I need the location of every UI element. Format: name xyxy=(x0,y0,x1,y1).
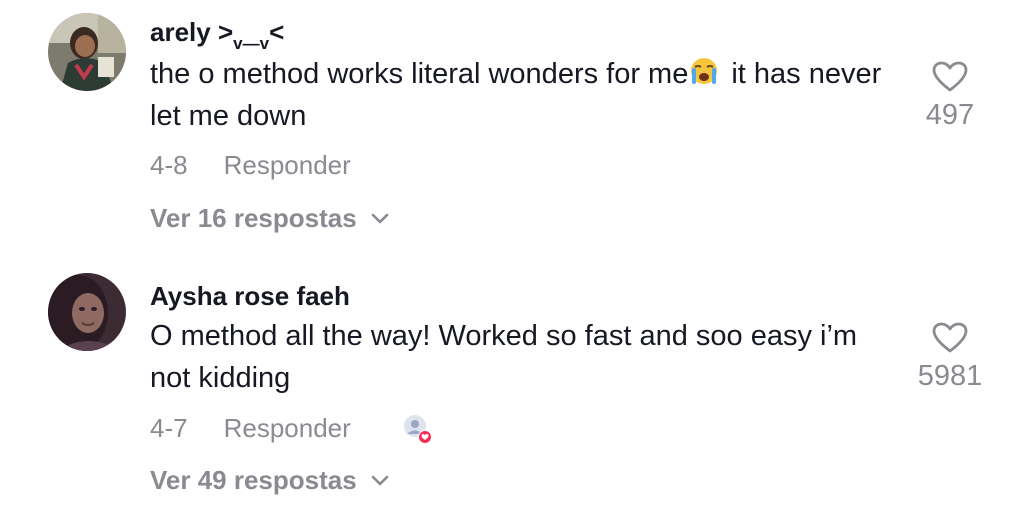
comment-item: arely >v—v< the o method works literal w… xyxy=(0,0,1024,260)
creator-liked-icon xyxy=(402,413,432,444)
reply-button[interactable]: Responder xyxy=(224,150,351,180)
username-subscript: v—v xyxy=(233,34,270,53)
heart-icon xyxy=(932,61,968,92)
view-replies-button[interactable]: Ver 16 respostas xyxy=(150,201,389,234)
comment-username[interactable]: Aysha rose faeh xyxy=(150,281,350,312)
comment-item: Aysha rose faeh O method all the way! Wo… xyxy=(0,260,1024,523)
like-button[interactable]: 497 xyxy=(900,61,1000,132)
chevron-down-icon xyxy=(371,463,389,486)
view-replies-label: Ver 49 respostas xyxy=(150,465,357,495)
avatar[interactable] xyxy=(48,273,126,351)
comment-date: 4-7 xyxy=(150,413,188,443)
view-replies-button[interactable]: Ver 49 respostas xyxy=(150,463,389,496)
avatar-photo xyxy=(48,273,126,351)
comment-meta: 4-7 Responder xyxy=(150,413,351,444)
reply-button[interactable]: Responder xyxy=(224,413,351,443)
crying-face-emoji-icon xyxy=(689,56,719,86)
like-count: 497 xyxy=(925,99,975,131)
username-text: arely > xyxy=(150,17,234,47)
comment-meta: 4-8 Responder xyxy=(150,150,351,181)
heart-icon xyxy=(932,322,968,353)
comment-username[interactable]: arely >v—v< xyxy=(150,17,285,53)
username-tail: < xyxy=(269,17,285,47)
avatar[interactable] xyxy=(48,13,126,91)
comment-text: the o method works literal wonders for m… xyxy=(150,53,900,137)
like-button[interactable]: 5981 xyxy=(900,322,1000,393)
view-replies-label: Ver 16 respostas xyxy=(150,203,357,233)
comment-date: 4-8 xyxy=(150,150,188,180)
avatar-photo xyxy=(48,13,126,91)
comment-text-part: the o method works literal wonders for m… xyxy=(150,58,689,90)
comment-text: O method all the way! Worked so fast and… xyxy=(150,320,858,394)
like-count: 5981 xyxy=(917,360,983,392)
chevron-down-icon xyxy=(371,201,389,224)
